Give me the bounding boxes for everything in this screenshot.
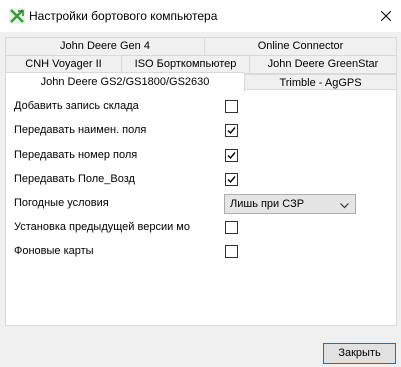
tab-john-deere-gs2[interactable]: John Deere GS2/GS1800/GS2630	[5, 72, 245, 92]
weather-select-value: Лишь при СЗР	[230, 198, 305, 210]
tab-john-deere-gen4[interactable]: John Deere Gen 4	[5, 37, 205, 56]
checkmark-icon	[227, 127, 236, 135]
checkmark-icon	[227, 152, 236, 160]
setting-label-field-air: Передавать Поле_Возд	[14, 173, 135, 185]
checkbox-background-maps[interactable]	[225, 245, 238, 258]
checkbox-field-name[interactable]	[225, 124, 238, 137]
close-window-button[interactable]	[371, 0, 401, 32]
app-icon	[9, 8, 25, 24]
title-bar: Настройки бортового компьютера	[0, 0, 401, 32]
weather-select[interactable]: Лишь при СЗР	[224, 194, 356, 214]
checkmark-icon	[227, 176, 236, 184]
setting-label-field-name: Передавать наимен. поля	[14, 124, 147, 136]
close-icon	[381, 11, 391, 21]
checkbox-add-warehouse[interactable]	[225, 100, 238, 113]
close-button[interactable]: Закрыть	[323, 343, 396, 364]
tab-online-connector[interactable]: Online Connector	[204, 37, 397, 56]
checkbox-field-air[interactable]	[225, 173, 238, 186]
tab-john-deere-greenstar[interactable]: John Deere GreenStar	[249, 55, 397, 74]
chevron-down-icon	[340, 200, 349, 212]
window-title: Настройки бортового компьютера	[29, 9, 218, 23]
checkbox-previous-version[interactable]	[225, 221, 238, 234]
setting-label-weather: Погодные условия	[14, 197, 109, 209]
setting-label-background-maps: Фоновые карты	[14, 245, 94, 257]
setting-label-previous-version: Установка предыдущей версии мо	[14, 221, 190, 233]
setting-label-add-warehouse: Добавить запись склада	[14, 100, 139, 112]
setting-label-field-number: Передавать номер поля	[14, 149, 138, 161]
checkbox-field-number[interactable]	[225, 149, 238, 162]
